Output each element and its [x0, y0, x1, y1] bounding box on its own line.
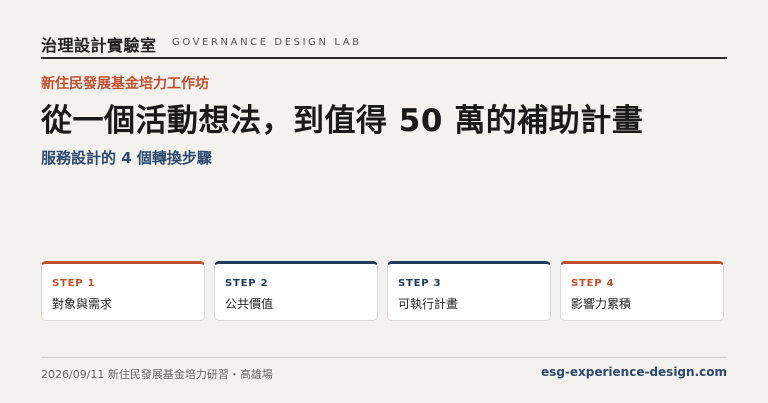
step-number: STEP 3: [398, 278, 442, 289]
step-card-2: STEP 2 公共價值: [214, 261, 378, 321]
footer-event: 2026/09/11 新住民發展基金培力研習・高雄場: [41, 368, 273, 381]
step-title: 可執行計畫: [398, 297, 459, 311]
step-title: 公共價值: [225, 297, 274, 311]
org-name: 治理設計實驗室: [41, 36, 157, 55]
step-card-4: STEP 4 影響力累積: [560, 261, 724, 321]
step-number: STEP 1: [52, 278, 96, 289]
header: 治理設計實驗室 GOVERNANCE DESIGN LAB: [41, 31, 727, 59]
subhead: 服務設計的 4 個轉換步驟: [41, 149, 212, 167]
footer-divider: [41, 357, 727, 358]
step-title: 對象與需求: [52, 297, 113, 311]
org-subtitle: GOVERNANCE DESIGN LAB: [172, 37, 362, 48]
step-title: 影響力累積: [571, 297, 632, 311]
step-card-1: STEP 1 對象與需求: [41, 261, 205, 321]
step-number: STEP 2: [225, 278, 269, 289]
kicker: 新住民發展基金培力工作坊: [41, 76, 209, 92]
footer-site-link[interactable]: esg-experience-design.com: [541, 365, 727, 379]
headline: 從一個活動想法，到值得 50 萬的補助計畫: [41, 103, 644, 139]
step-card-3: STEP 3 可執行計畫: [387, 261, 551, 321]
step-number: STEP 4: [571, 278, 615, 289]
